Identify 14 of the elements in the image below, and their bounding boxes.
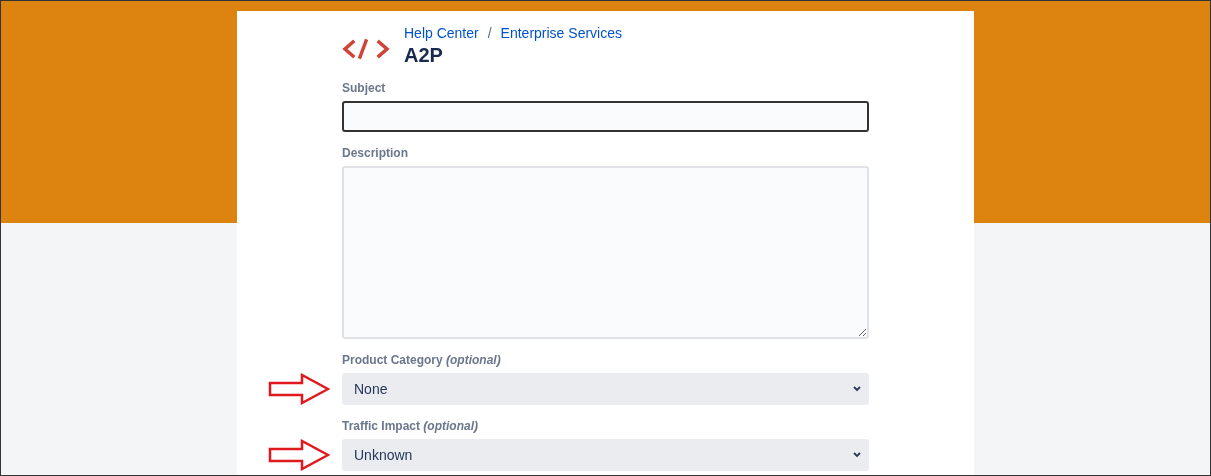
breadcrumb-link[interactable]: Enterprise Services — [500, 25, 622, 41]
page-title: A2P — [404, 44, 444, 67]
code-brackets-icon — [342, 38, 390, 60]
select-dropdown[interactable]: Unknown — [342, 439, 869, 471]
subject-input[interactable] — [342, 101, 869, 132]
chevron-down-icon — [853, 452, 861, 458]
field-label: Subject — [342, 81, 387, 95]
field-label: Description — [342, 146, 409, 160]
chevron-down-icon — [853, 386, 861, 392]
field-label: Traffic Impact (optional) — [342, 419, 479, 433]
breadcrumb-separator: / — [487, 25, 492, 41]
breadcrumb-link[interactable]: Help Center — [404, 25, 479, 41]
select-dropdown[interactable]: None — [342, 373, 869, 405]
field-label: Product Category (optional) — [342, 353, 502, 367]
